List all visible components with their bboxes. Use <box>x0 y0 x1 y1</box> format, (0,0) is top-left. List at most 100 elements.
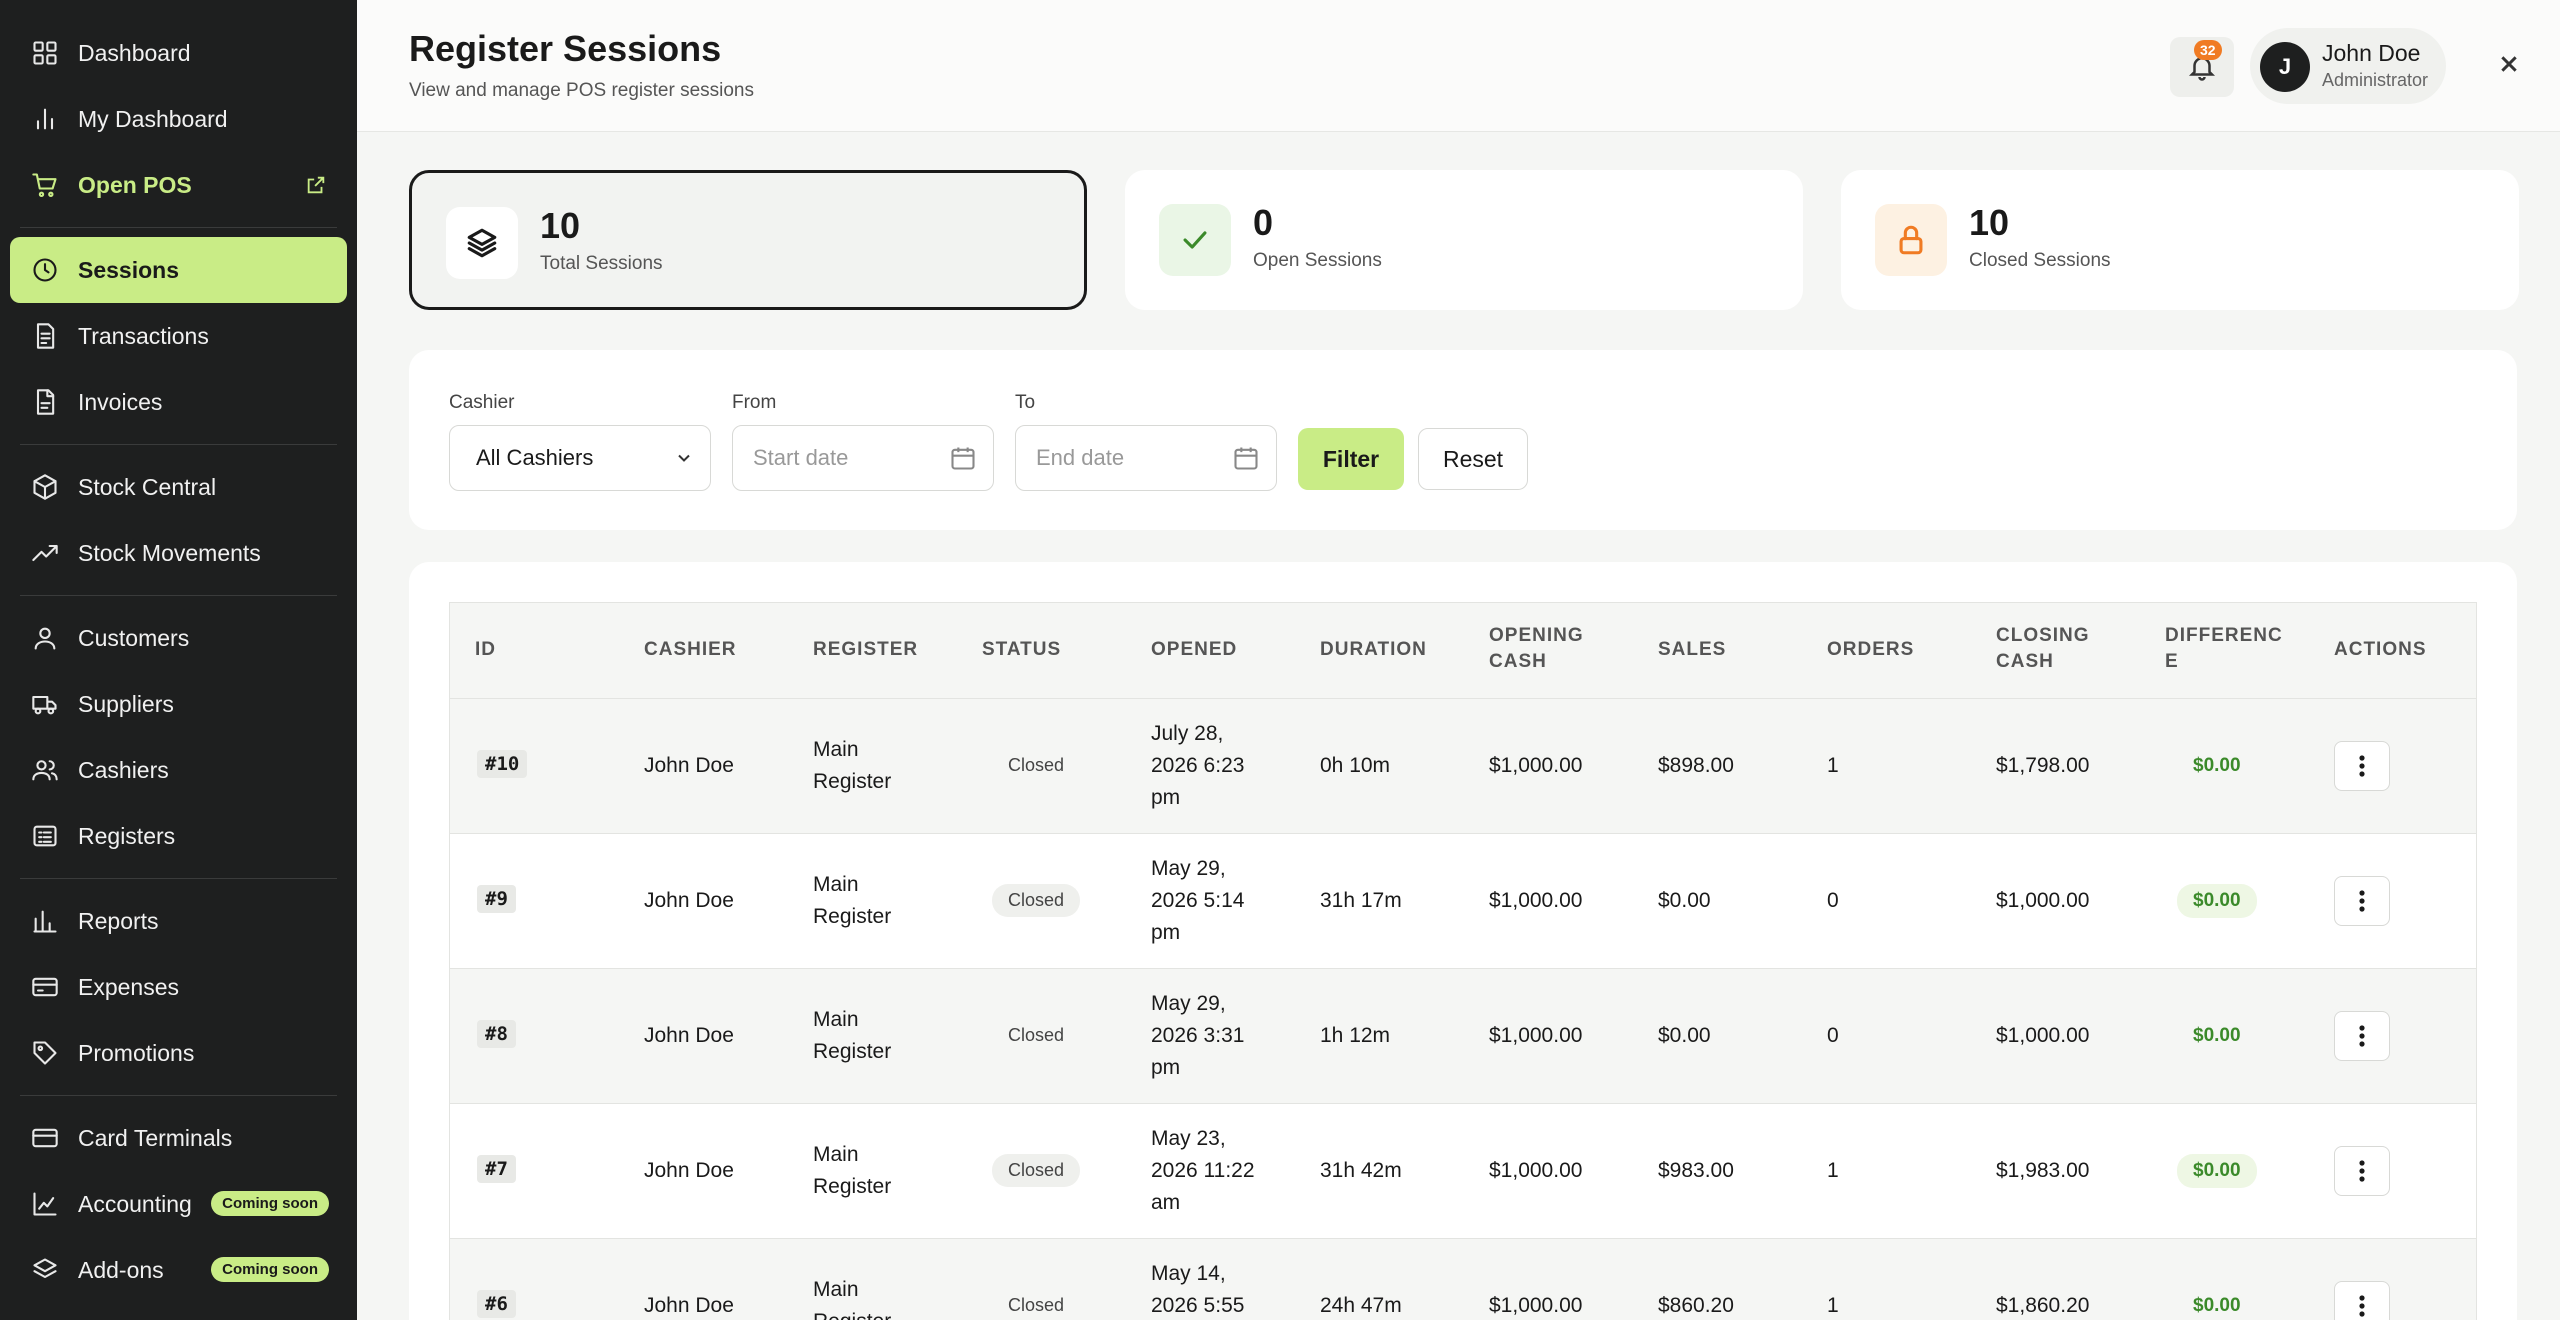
opened-cell: July 28, 2026 6:23 pm <box>1151 722 1245 809</box>
stat-card-total-sessions[interactable]: 10 Total Sessions <box>409 170 1087 310</box>
sidebar-item-accounting[interactable]: Accounting Coming soon <box>10 1171 347 1237</box>
row-actions-button[interactable] <box>2334 876 2390 926</box>
table-row[interactable]: #9 John Doe Main Register Closed May 29, 202… <box>450 834 2476 969</box>
register-cell: Main Register <box>813 873 892 928</box>
opening-cash-cell: $1,000.00 <box>1489 889 1583 912</box>
table-row[interactable]: #10 John Doe Main Register Closed July 28, 2… <box>450 699 2476 834</box>
filter-button[interactable]: Filter <box>1298 428 1404 490</box>
stat-card-open-sessions[interactable]: 0 Open Sessions <box>1125 170 1803 310</box>
sidebar-item-dashboard[interactable]: Dashboard <box>10 20 347 86</box>
invoice-icon <box>30 387 60 417</box>
start-date-input[interactable]: Start date <box>732 425 994 491</box>
cart-icon <box>30 170 60 200</box>
user-menu[interactable]: J John Doe Administrator <box>2250 28 2446 104</box>
register-cell: Main Register <box>813 1143 892 1198</box>
check-icon <box>1159 204 1231 276</box>
sidebar-item-label: Promotions <box>78 1039 195 1066</box>
end-date-input[interactable]: End date <box>1015 425 1277 491</box>
sidebar-item-open-pos[interactable]: Open POS <box>10 152 347 218</box>
sidebar-item-card-terminals[interactable]: Card Terminals <box>10 1105 347 1171</box>
opening-cash-cell: $1,000.00 <box>1489 1024 1583 1047</box>
column-header-register[interactable]: REGISTER <box>813 637 918 663</box>
sidebar-item-label: My Dashboard <box>78 105 228 132</box>
sidebar-item-cashiers[interactable]: Cashiers <box>10 737 347 803</box>
session-id-badge: #8 <box>477 1020 516 1048</box>
sidebar-item-stock-central[interactable]: Stock Central <box>10 454 347 520</box>
row-actions-button[interactable] <box>2334 741 2390 791</box>
end-date-placeholder: End date <box>1036 445 1125 470</box>
divider <box>20 595 337 596</box>
sidebar-item-reports[interactable]: Reports <box>10 888 347 954</box>
close-button[interactable] <box>2493 48 2525 80</box>
calendar-icon <box>1232 444 1260 472</box>
column-header-sales[interactable]: SALES <box>1658 637 1726 663</box>
row-actions-button[interactable] <box>2334 1281 2390 1320</box>
stat-label: Total Sessions <box>540 253 663 274</box>
sidebar-item-add-ons[interactable]: Add-ons Coming soon <box>10 1237 347 1303</box>
opening-cash-cell: $1,000.00 <box>1489 754 1583 777</box>
cashier-select[interactable]: All Cashiers <box>449 425 711 491</box>
sidebar-item-label: Suppliers <box>78 690 174 717</box>
column-header-opened[interactable]: OPENED <box>1151 637 1237 663</box>
external-link-icon <box>305 174 327 196</box>
table-row[interactable]: #6 John Doe Main Register Closed May 14, 202… <box>450 1239 2476 1320</box>
row-actions-button[interactable] <box>2334 1011 2390 1061</box>
sidebar-item-expenses[interactable]: Expenses <box>10 954 347 1020</box>
sidebar-item-label: Cashiers <box>78 756 169 783</box>
sidebar-item-label: Open POS <box>78 171 192 198</box>
session-id-badge: #7 <box>477 1155 516 1183</box>
column-header-difference[interactable]: DIFFERENCE <box>2165 623 2285 675</box>
session-id-badge: #10 <box>477 750 528 778</box>
user-name: John Doe <box>2322 40 2421 66</box>
sidebar-item-suppliers[interactable]: Suppliers <box>10 671 347 737</box>
column-header-status[interactable]: STATUS <box>982 637 1061 663</box>
sidebar-item-label: Sessions <box>78 256 179 283</box>
divider <box>20 227 337 228</box>
sidebar-item-sessions[interactable]: Sessions <box>10 237 347 303</box>
register-cell: Main Register <box>813 1008 892 1063</box>
sidebar-item-transactions[interactable]: Transactions <box>10 303 347 369</box>
more-vertical-icon <box>2359 1160 2365 1182</box>
truck-icon <box>30 689 60 719</box>
table-row[interactable]: #7 John Doe Main Register Closed May 23, 202… <box>450 1104 2476 1239</box>
column-header-id[interactable]: ID <box>475 637 496 663</box>
column-header-orders[interactable]: ORDERS <box>1827 637 1914 663</box>
column-header-duration[interactable]: DURATION <box>1320 637 1427 663</box>
table-row[interactable]: #8 John Doe Main Register Closed May 29, 202… <box>450 969 2476 1104</box>
sidebar-item-stock-movements[interactable]: Stock Movements <box>10 520 347 586</box>
cashier-label: Cashier <box>449 392 515 413</box>
orders-cell: 1 <box>1827 754 1839 777</box>
coming-soon-badge: Coming soon <box>211 1191 329 1216</box>
sidebar-item-my-dashboard[interactable]: My Dashboard <box>10 86 347 152</box>
sidebar-item-label: Invoices <box>78 388 163 415</box>
from-label: From <box>732 392 777 413</box>
register-cell: Main Register <box>813 1278 891 1320</box>
duration-cell: 31h 42m <box>1320 1159 1402 1182</box>
chevron-down-icon <box>674 448 694 468</box>
opening-cash-cell: $1,000.00 <box>1489 1159 1583 1182</box>
column-header-opening-cash[interactable]: OPENING CASH <box>1489 623 1619 675</box>
cashier-select-value: All Cashiers <box>476 445 594 470</box>
row-actions-button[interactable] <box>2334 1146 2390 1196</box>
sidebar-item-promotions[interactable]: Promotions <box>10 1020 347 1086</box>
reset-button[interactable]: Reset <box>1418 428 1528 490</box>
sidebar-item-invoices[interactable]: Invoices <box>10 369 347 435</box>
page-title: Register Sessions <box>409 28 722 69</box>
sidebar-item-label: Stock Movements <box>78 539 261 566</box>
sidebar-item-label: Reports <box>78 907 159 934</box>
column-header-cashier[interactable]: CASHIER <box>644 637 737 663</box>
column-header-closing-cash[interactable]: CLOSING CASH <box>1996 623 2126 675</box>
card-icon <box>30 1123 60 1153</box>
box-icon <box>30 472 60 502</box>
stat-card-closed-sessions[interactable]: 10 Closed Sessions <box>1841 170 2519 310</box>
difference-badge: $0.00 <box>2193 1295 2241 1316</box>
orders-cell: 0 <box>1827 1024 1839 1047</box>
sidebar-item-customers[interactable]: Customers <box>10 605 347 671</box>
closing-cash-cell: $1,000.00 <box>1996 1024 2090 1047</box>
sidebar-item-registers[interactable]: Registers <box>10 803 347 869</box>
register-icon <box>30 821 60 851</box>
sidebar-item-label: Transactions <box>78 322 209 349</box>
sidebar-item-label: Dashboard <box>78 39 191 66</box>
status-badge: Closed <box>1008 1025 1065 1045</box>
status-badge: Closed <box>1008 755 1065 775</box>
